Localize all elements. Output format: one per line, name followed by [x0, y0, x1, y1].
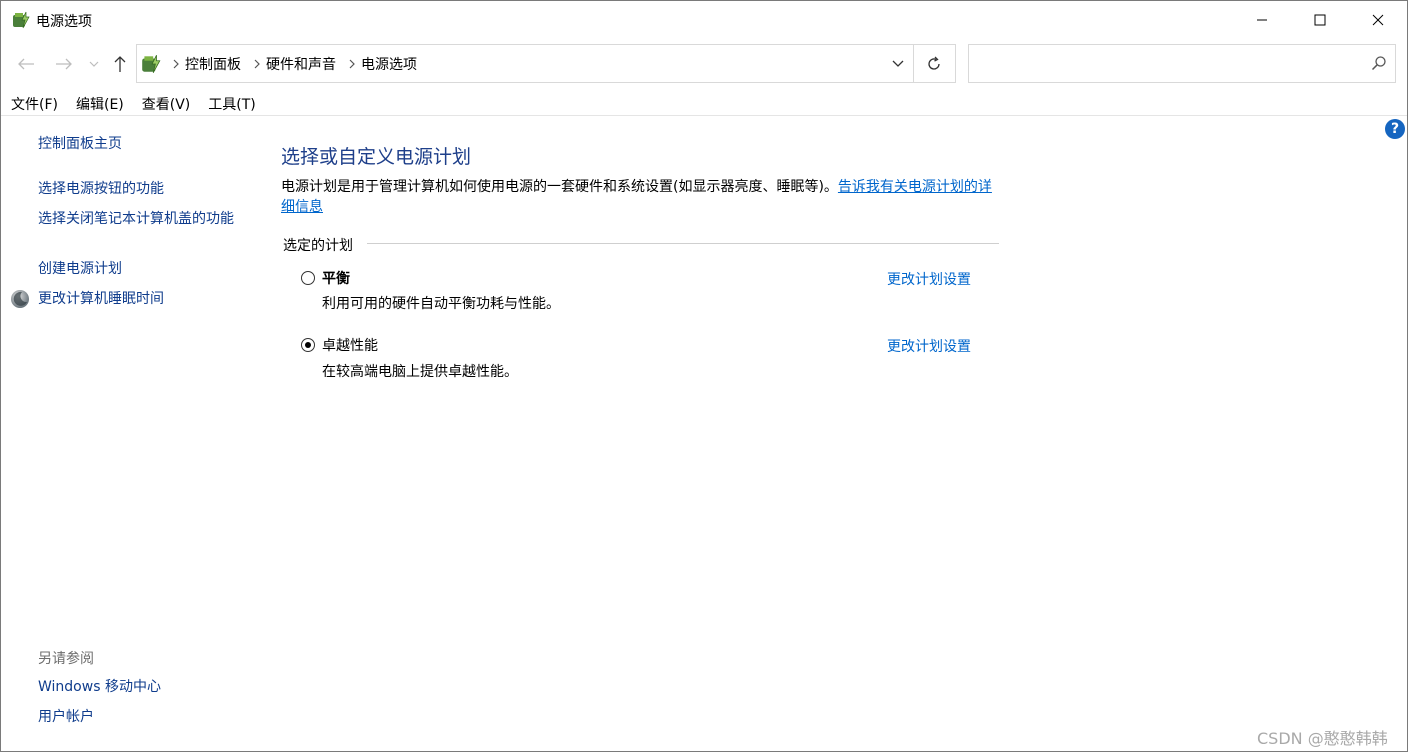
radio-ultimate-performance[interactable]	[301, 338, 315, 352]
close-button[interactable]	[1349, 1, 1407, 39]
recent-locations-button[interactable]	[85, 52, 103, 76]
menu-edit[interactable]: 编辑(E)	[66, 92, 132, 116]
plan-description-ultimate-performance: 在较高端电脑上提供卓越性能。	[322, 364, 518, 380]
arrow-left-icon	[18, 58, 34, 70]
sidebar-control-panel-home[interactable]: 控制面板主页	[38, 134, 122, 155]
change-plan-settings-balanced[interactable]: 更改计划设置	[887, 269, 971, 289]
search-input[interactable]	[975, 51, 1359, 75]
plan-name-ultimate-performance[interactable]: 卓越性能	[322, 335, 378, 355]
change-plan-settings-ultimate-performance[interactable]: 更改计划设置	[887, 336, 971, 356]
plan-description-balanced: 利用可用的硬件自动平衡功耗与性能。	[322, 296, 560, 312]
forward-button[interactable]	[52, 52, 76, 76]
menu-divider	[1, 115, 1407, 116]
breadcrumb-hardware-and-sound[interactable]: 硬件和声音	[266, 54, 343, 74]
refresh-icon	[928, 56, 940, 70]
help-icon: ?	[1390, 121, 1400, 137]
power-options-app-icon	[13, 11, 30, 29]
navigation-bar: 控制面板 硬件和声音 电源选项	[1, 44, 1407, 84]
menu-file[interactable]: 文件(F)	[1, 92, 66, 116]
page-title: 选择或自定义电源计划	[281, 146, 472, 168]
chevron-down-icon	[89, 61, 99, 67]
minimize-button[interactable]	[1233, 1, 1291, 39]
back-button[interactable]	[14, 52, 38, 76]
arrow-up-icon	[114, 56, 126, 72]
group-divider	[367, 243, 999, 244]
plan-name-balanced[interactable]: 平衡	[322, 268, 350, 288]
close-icon	[1372, 14, 1384, 26]
power-options-location-icon	[142, 55, 161, 73]
see-also-label: 另请参阅	[38, 651, 94, 667]
menu-view[interactable]: 查看(V)	[132, 92, 199, 116]
maximize-button[interactable]	[1291, 1, 1349, 39]
title-bar: 电源选项	[1, 1, 1407, 39]
menu-tools[interactable]: 工具(T)	[198, 92, 263, 116]
description-text: 电源计划是用于管理计算机如何使用电源的一套硬件和系统设置(如显示器亮度、睡眠等)…	[281, 179, 838, 195]
address-bar[interactable]: 控制面板 硬件和声音 电源选项	[136, 44, 914, 83]
moon-sleep-icon	[11, 290, 29, 308]
page-description: 电源计划是用于管理计算机如何使用电源的一套硬件和系统设置(如显示器亮度、睡眠等)…	[281, 177, 1001, 217]
see-also-mobility-center[interactable]: Windows 移动中心	[38, 677, 161, 698]
arrow-right-icon	[56, 58, 72, 70]
breadcrumb-power-options[interactable]: 电源选项	[361, 54, 424, 74]
sidebar-item-power-buttons[interactable]: 选择电源按钮的功能	[38, 179, 164, 200]
sidebar-item-create-plan[interactable]: 创建电源计划	[38, 259, 122, 280]
search-box[interactable]	[968, 44, 1396, 83]
selected-plans-label: 选定的计划	[283, 238, 353, 254]
chevron-right-icon	[343, 59, 361, 69]
minimize-icon	[1257, 19, 1267, 21]
radio-balanced[interactable]	[301, 271, 315, 285]
menu-bar: 文件(F) 编辑(E) 查看(V) 工具(T)	[1, 92, 264, 116]
power-options-window: 电源选项 控制面板 硬件和声音 电源选项 文件(F) 编辑(E) 查看(V) 工…	[0, 0, 1408, 752]
breadcrumb-control-panel[interactable]: 控制面板	[185, 54, 248, 74]
sidebar-item-lid-close[interactable]: 选择关闭笔记本计算机盖的功能	[38, 209, 243, 230]
chevron-down-icon	[892, 60, 904, 67]
search-icon	[1371, 56, 1386, 71]
maximize-icon	[1314, 14, 1326, 26]
chevron-right-icon	[248, 59, 266, 69]
refresh-button[interactable]	[913, 44, 956, 83]
help-button[interactable]: ?	[1385, 119, 1405, 139]
breadcrumb: 控制面板 硬件和声音 电源选项	[167, 45, 424, 82]
sidebar-item-sleep-time[interactable]: 更改计算机睡眠时间	[38, 289, 164, 310]
address-dropdown-button[interactable]	[883, 45, 913, 82]
watermark: CSDN @憨憨韩韩	[1257, 729, 1388, 748]
chevron-right-icon	[167, 59, 185, 69]
up-button[interactable]	[108, 52, 132, 76]
window-title: 电源选项	[36, 14, 92, 30]
see-also-user-accounts[interactable]: 用户帐户	[38, 707, 94, 728]
